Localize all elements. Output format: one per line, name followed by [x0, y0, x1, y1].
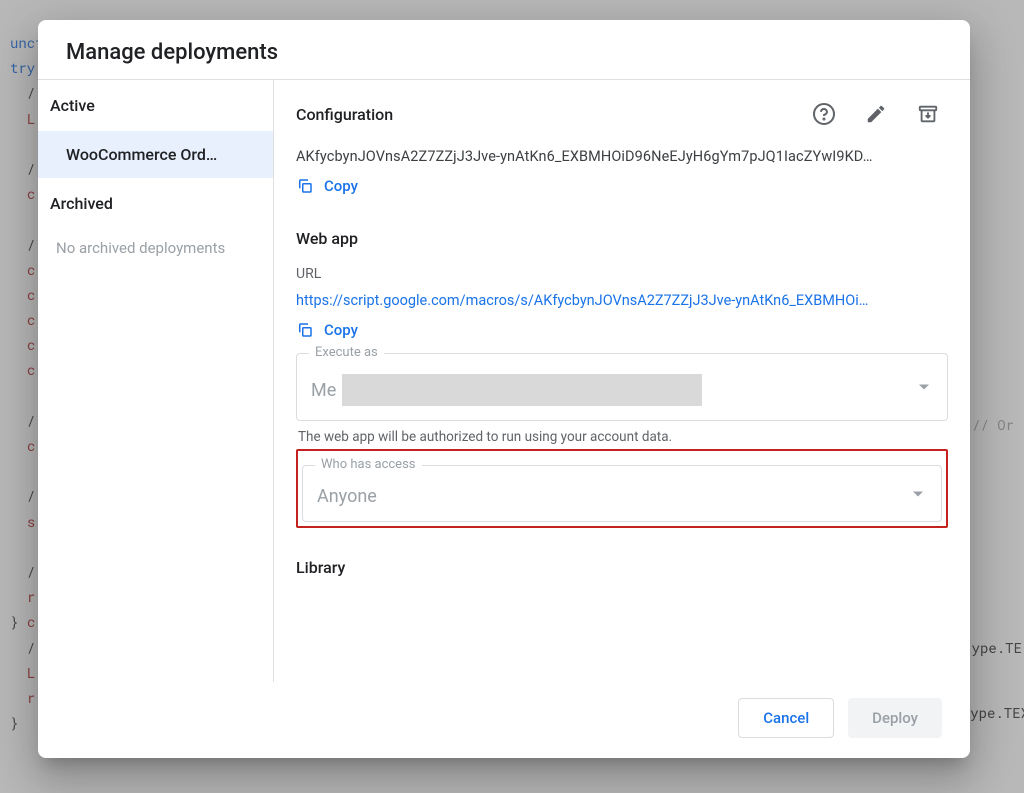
access-label: Who has access [315, 457, 422, 472]
webapp-section-title: Web app [296, 199, 948, 266]
dialog-body: Active WooCommerce Ord… Archived No arch… [38, 79, 970, 682]
deploy-button: Deploy [848, 698, 942, 738]
copy-icon [296, 177, 314, 195]
execute-as-select[interactable]: Execute as Me [296, 353, 948, 421]
deployment-id-value: AKfycbynJOVnsA2Z7ZZjJ3Jve-ynAtKn6_EXBMHO… [296, 148, 948, 165]
dialog-main: Configuration AKfycbynJOVnsA2Z7ZZjJ3Jve-… [274, 80, 970, 682]
copy-label: Copy [324, 177, 358, 195]
execute-as-value: Me [311, 374, 933, 406]
access-value: Anyone [317, 486, 927, 507]
config-header: Configuration [296, 105, 792, 124]
archive-icon[interactable] [908, 94, 948, 134]
cancel-button[interactable]: Cancel [738, 698, 834, 738]
copy-label: Copy [324, 321, 358, 339]
sidebar-archived-header: Archived [38, 178, 273, 229]
config-content: AKfycbynJOVnsA2Z7ZZjJ3Jve-ynAtKn6_EXBMHO… [274, 148, 970, 615]
deployments-sidebar: Active WooCommerce Ord… Archived No arch… [38, 80, 274, 682]
copy-icon [296, 321, 314, 339]
copy-url-button[interactable]: Copy [296, 309, 948, 343]
url-label: URL [296, 266, 948, 292]
execute-as-helper: The web app will be authorized to run us… [296, 421, 948, 445]
sidebar-active-header: Active [38, 80, 273, 131]
config-header-row: Configuration [274, 80, 970, 148]
dialog-footer: Cancel Deploy [38, 682, 970, 758]
manage-deployments-dialog: Manage deployments Active WooCommerce Or… [38, 20, 970, 758]
sidebar-item-woocommerce[interactable]: WooCommerce Ord… [38, 131, 273, 178]
webapp-url-value[interactable]: https://script.google.com/macros/s/AKfyc… [296, 292, 948, 309]
sidebar-archived-empty: No archived deployments [38, 229, 273, 271]
chevron-down-icon [913, 491, 923, 496]
edit-icon[interactable] [856, 94, 896, 134]
chevron-down-icon [919, 385, 929, 390]
copy-deployment-id-button[interactable]: Copy [296, 165, 948, 199]
access-highlight-frame: Who has access Anyone [296, 449, 948, 528]
who-has-access-select[interactable]: Who has access Anyone [302, 465, 942, 522]
redacted-email [342, 374, 702, 406]
dialog-title: Manage deployments [38, 20, 970, 79]
help-icon[interactable] [804, 94, 844, 134]
execute-as-label: Execute as [309, 345, 384, 360]
library-section-title: Library [296, 528, 948, 595]
